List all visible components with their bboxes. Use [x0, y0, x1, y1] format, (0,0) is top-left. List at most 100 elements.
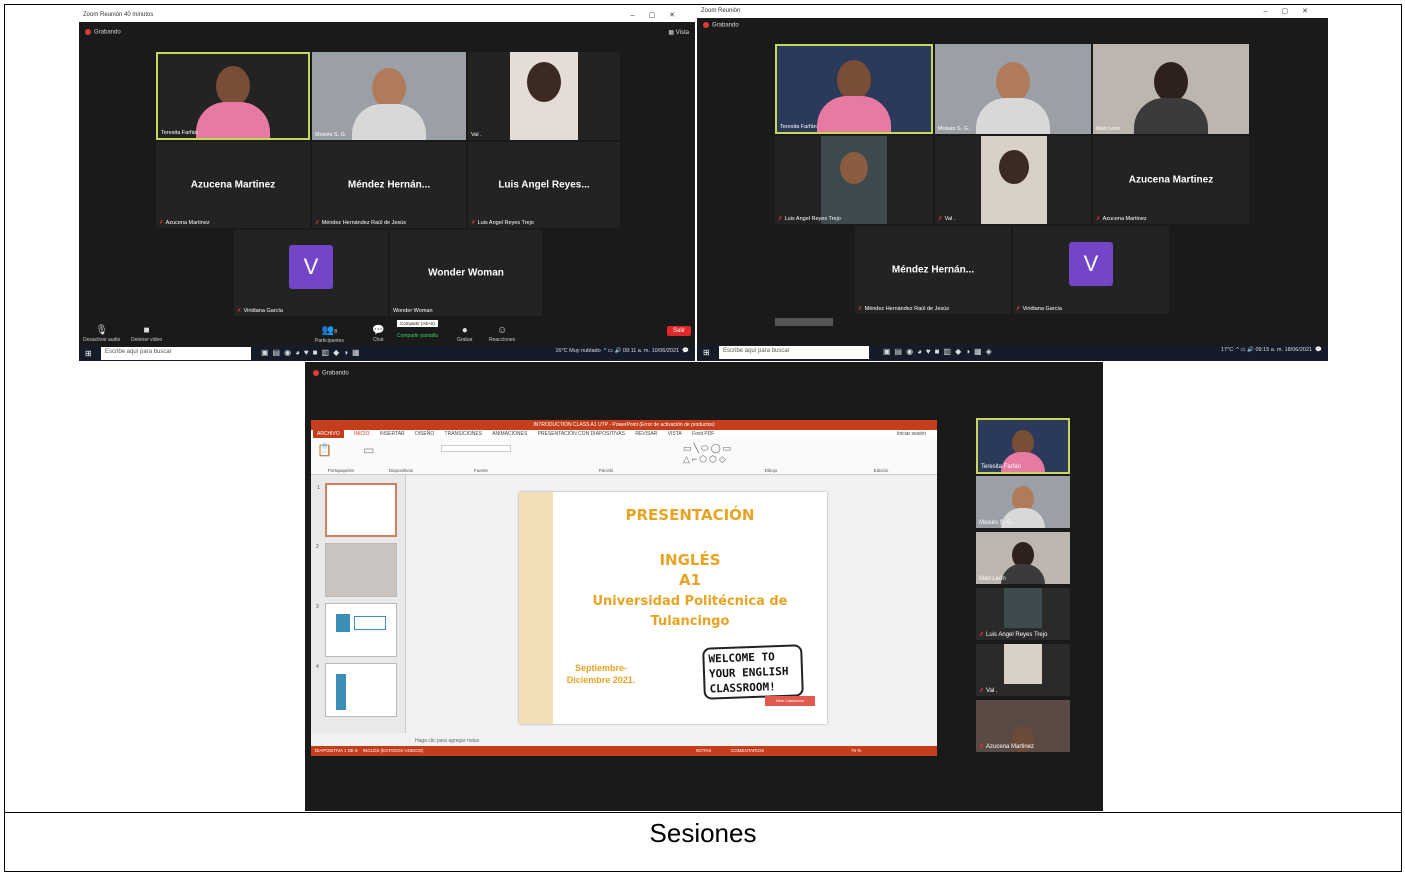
tab-transitions[interactable]: TRANSICIONES [445, 431, 483, 437]
tab-home[interactable]: INICIO [354, 431, 369, 437]
participant-tile[interactable]: Mari León [1093, 44, 1249, 134]
participant-tile[interactable]: Wonder Woman Wonder Woman [390, 230, 542, 316]
zoom-level[interactable]: 76 % [851, 748, 861, 753]
record-button[interactable]: ● Grabar [457, 325, 473, 343]
participant-tile[interactable]: Teresita Farfán [976, 418, 1070, 474]
group-slides: Diapositivas [388, 468, 414, 473]
participant-name: Azucena Martinez [165, 220, 210, 226]
window-titlebar: Zoom Reunión 40 minutos –▢✕ [79, 10, 695, 22]
participant-display-name: Méndez Hernán... [891, 264, 975, 276]
participant-tile[interactable]: Val . [468, 52, 620, 140]
participant-tile[interactable]: Teresita Farfán [156, 52, 310, 140]
comments-toggle[interactable]: COMENTARIOS [731, 748, 764, 753]
recording-label: Grabando [94, 29, 121, 36]
slide-thumbnail[interactable]: 2 [316, 543, 397, 597]
participant-tile[interactable]: Méndez Hernán... ✗ Méndez Hernández Raúl … [855, 226, 1011, 314]
slide-canvas[interactable]: PRESENTACIÓN INGLÉS A1 Universidad Polité… [519, 492, 827, 724]
font-select[interactable] [441, 445, 511, 452]
participant-tile[interactable]: ✗ Luis Angel Reyes Trejo [775, 136, 933, 224]
tab-foxit[interactable]: Foxit PDF [692, 431, 714, 437]
participant-tile[interactable]: Azucena Martinez ✗ Azucena Martinez [1093, 136, 1249, 224]
participant-name: Val . [986, 688, 998, 694]
window-controls[interactable]: –▢✕ [1264, 7, 1322, 15]
taskbar-search[interactable]: Escribe aquí para buscar [719, 346, 869, 359]
slide-university: Universidad Politécnica de Tulancingo [592, 594, 788, 629]
participant-name: Teresita Farfán [981, 464, 1022, 470]
muted-icon: ✗ [159, 220, 164, 226]
leave-button[interactable]: Salir [666, 326, 691, 336]
taskbar-apps[interactable]: ▣▤◉◕♥■▥◆◑▦◈ [883, 347, 996, 356]
notes-pane[interactable]: Haga clic para agregar notas [415, 738, 479, 744]
participant-tile[interactable]: Moisés S. G. [312, 52, 466, 140]
window-title: Zoom Reunión 40 minutos [83, 12, 154, 18]
participant-video [510, 52, 578, 140]
new-slide-icon[interactable]: ▭ [363, 443, 374, 457]
tab-file[interactable]: ARCHIVO [313, 430, 344, 438]
participant-video [1004, 644, 1042, 684]
tab-insert[interactable]: INSERTAR [380, 431, 405, 437]
signin-link[interactable]: Iniciar sesión [897, 431, 926, 437]
system-tray: 17°C ^ ▭ 🔊 09:15 a. m. 18/06/2021 💬 [1220, 347, 1322, 353]
participant-tile[interactable]: Teresita Farfán [775, 44, 933, 134]
taskbar-apps[interactable]: ▣▤◉◕♥■▥◆◑▦ [261, 348, 364, 357]
chat-button[interactable]: 💬 Chat [372, 325, 384, 343]
participant-tile[interactable]: ✗ Azucena Martinez [976, 700, 1070, 752]
slide-thumbnail[interactable]: 1 [317, 483, 397, 537]
view-button[interactable]: ▦ Vista [668, 29, 689, 36]
participant-video [976, 62, 1050, 134]
slide-thumbnail[interactable]: 3 [316, 603, 397, 657]
ppt-title: INTRODUCTION CLASS A1 UTP - PowerPoint (… [533, 422, 715, 428]
participants-button[interactable]: 👥8 Participantes [315, 325, 344, 344]
share-screen-button[interactable]: Compartir (Alt+S) Compartir pantalla [397, 320, 438, 339]
tab-animations[interactable]: ANIMACIONES [492, 431, 527, 437]
participant-name: Teresita Farfán [780, 124, 817, 130]
slide-subtitle: INGLÉS A1 [659, 551, 721, 589]
ppt-title-bar: INTRODUCTION CLASS A1 UTP - PowerPoint (… [311, 420, 937, 430]
windows-start-icon[interactable]: ⊞ [85, 349, 92, 358]
microphone-icon: 🎙 [95, 325, 108, 336]
tab-slideshow[interactable]: PRESENTACIÓN CON DIAPOSITIVAS [538, 431, 625, 437]
share-tooltip: Compartir (Alt+S) [397, 320, 438, 327]
clock-time: 09:11 a. m. [622, 348, 651, 354]
participant-tile[interactable]: V ✗ Viridiana García [1013, 226, 1169, 314]
shapes-gallery[interactable]: ▭╲⬭◯▭ △⌐⬠⬡◇ [683, 443, 733, 465]
recording-indicator: Grabando [703, 22, 739, 29]
welcome-sign: WELCOME TO YOUR ENGLISH CLASSROOM! [702, 644, 804, 700]
stop-video-button[interactable]: ■ Detener video [131, 325, 162, 343]
recording-label: Grabando [712, 22, 739, 29]
participant-tile[interactable]: Luis Angel Reyes... ✗ Luis Angel Reyes Tr… [468, 142, 620, 228]
tab-design[interactable]: DISEÑO [415, 431, 434, 437]
tab-view[interactable]: VISTA [668, 431, 682, 437]
group-clipboard: Portapapeles [327, 468, 355, 473]
muted-icon: ✗ [979, 744, 985, 750]
muted-icon: ✗ [778, 216, 783, 222]
zoom-screenshot-a: Zoom Reunión 40 minutos –▢✕ Grabando ▦ V… [79, 10, 695, 361]
mute-button[interactable]: 🎙 Desactivar audio [83, 325, 120, 343]
taskbar-search[interactable]: Escribe aquí para buscar [101, 347, 251, 360]
participant-tile[interactable]: Moisés S. G. [976, 476, 1070, 528]
participant-display-name: Méndez Hernán... [347, 179, 431, 191]
paste-icon[interactable]: 📋 [317, 443, 332, 457]
windows-start-icon[interactable]: ⊞ [703, 348, 710, 357]
reactions-button[interactable]: ☺ Reacciones [489, 325, 515, 343]
participant-tile[interactable]: ✗ Val . [935, 136, 1091, 224]
slide-thumbnail[interactable]: 4 [316, 663, 397, 717]
system-tray: 16°C Muy nublado ^ ▭ 🔊 09:11 a. m. 10/06… [555, 348, 689, 354]
participant-tile[interactable]: ✗ Val . [976, 644, 1070, 696]
muted-icon: ✗ [471, 220, 476, 226]
notes-toggle[interactable]: NOTAS [696, 748, 711, 753]
participant-tile[interactable]: Moisés S. G. [935, 44, 1091, 134]
participant-tile[interactable]: Méndez Hernán... ✗ Méndez Hernández Raúl … [312, 142, 466, 228]
participant-display-name: Azucena Martinez [190, 179, 276, 191]
participant-name: Luis Angel Reyes Trejo [784, 216, 841, 222]
slide-title: PRESENTACIÓN [625, 506, 755, 524]
muted-icon: ✗ [315, 220, 320, 226]
participant-tile[interactable]: ✗ Luis Angel Reyes Trejo [976, 588, 1070, 640]
participant-tile[interactable]: V ✗ Viridiana García [234, 230, 388, 316]
participant-name: Luis Angel Reyes Trejo [477, 220, 534, 226]
windows-taskbar: ⊞ Escribe aquí para buscar ▣▤◉◕♥■▥◆◑▦◈ 1… [697, 345, 1328, 361]
tab-review[interactable]: REVISAR [635, 431, 657, 437]
participant-tile[interactable]: Mari León [976, 532, 1070, 584]
participant-tile[interactable]: Azucena Martinez ✗ Azucena Martinez [156, 142, 310, 228]
window-controls[interactable]: –▢✕ [631, 11, 689, 19]
